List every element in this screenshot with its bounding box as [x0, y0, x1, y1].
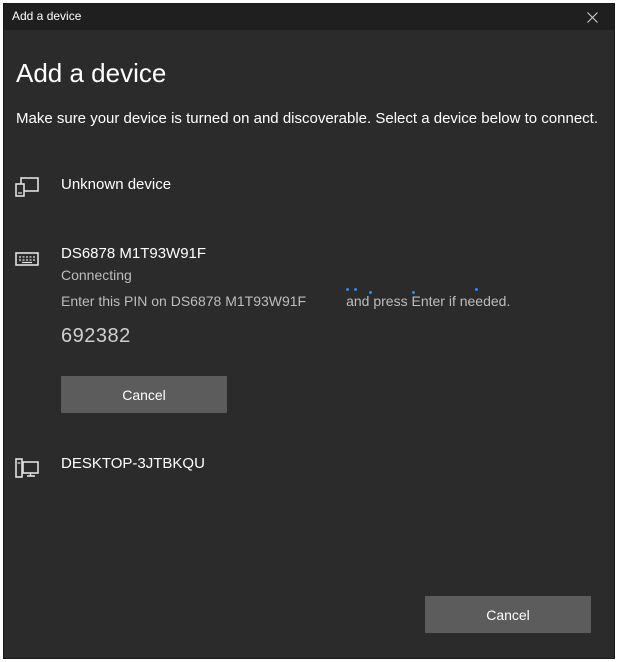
cancel-button[interactable]: Cancel — [425, 596, 591, 633]
progress-dot — [475, 288, 478, 291]
pin-prompt-before: Enter this PIN on DS6878 M1T93W91F — [61, 293, 307, 309]
pin-code: 692382 — [61, 325, 131, 347]
device-item-ds6878[interactable]: DS6878 M1T93W91F Connecting Enter this P… — [14, 245, 594, 415]
device-name: DS6878 M1T93W91F — [61, 245, 207, 262]
device-item-desktop[interactable]: DESKTOP-3JTBKQU — [14, 455, 594, 485]
device-name: Unknown device — [61, 176, 172, 193]
display-device-icon — [15, 177, 39, 197]
page-title: Add a device — [16, 58, 167, 88]
instructions-text: Make sure your device is turned on and d… — [16, 110, 598, 127]
device-item-unknown[interactable]: Unknown device — [14, 176, 594, 206]
add-device-window: Add a device Add a device Make sure your… — [3, 3, 615, 659]
window-title: Add a device — [12, 9, 82, 23]
pin-prompt-after: and press Enter if needed. — [346, 293, 511, 309]
device-status: Connecting — [61, 267, 132, 283]
close-button[interactable] — [570, 4, 614, 30]
title-bar: Add a device — [4, 4, 614, 30]
progress-dot — [369, 291, 372, 294]
keyboard-icon — [15, 252, 39, 266]
computer-icon — [15, 458, 39, 478]
device-name: DESKTOP-3JTBKQU — [61, 455, 205, 472]
progress-dot — [346, 288, 349, 291]
close-icon — [586, 11, 598, 23]
progress-dot — [354, 288, 357, 291]
device-cancel-button[interactable]: Cancel — [61, 376, 227, 413]
pin-instructions: Enter this PIN on DS6878 M1T93W91F and pr… — [61, 293, 510, 309]
progress-dot — [412, 291, 415, 294]
